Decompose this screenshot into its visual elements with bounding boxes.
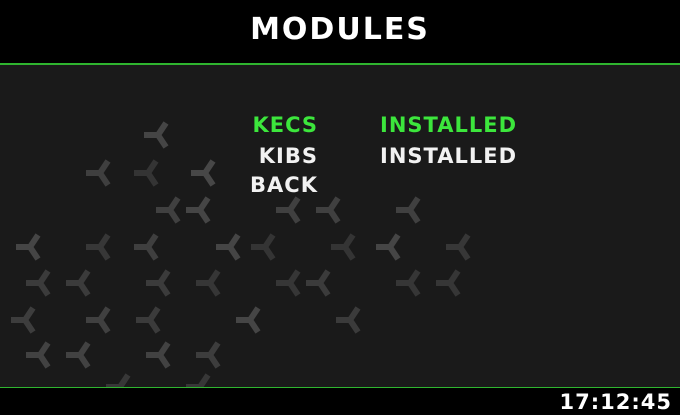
back-button[interactable]: BACK [250,173,318,197]
menu-item-back[interactable]: BACK [0,173,680,203]
clock: 17:12:45 [559,390,672,414]
footer-bar: 17:12:45 [0,387,680,415]
header-bar: MODULES [0,0,680,65]
module-name-kibs: KIBS [258,144,318,168]
menu-item-kecs[interactable]: KECS INSTALLED [0,113,680,143]
page-title: MODULES [250,12,430,47]
module-status-kibs: INSTALLED [380,144,517,168]
module-menu: KECS INSTALLED KIBS INSTALLED BACK [0,65,680,387]
module-status-kecs: INSTALLED [380,113,517,137]
module-name-kecs: KECS [252,113,318,137]
menu-item-kibs[interactable]: KIBS INSTALLED [0,144,680,174]
main-panel: KECS INSTALLED KIBS INSTALLED BACK [0,65,680,387]
